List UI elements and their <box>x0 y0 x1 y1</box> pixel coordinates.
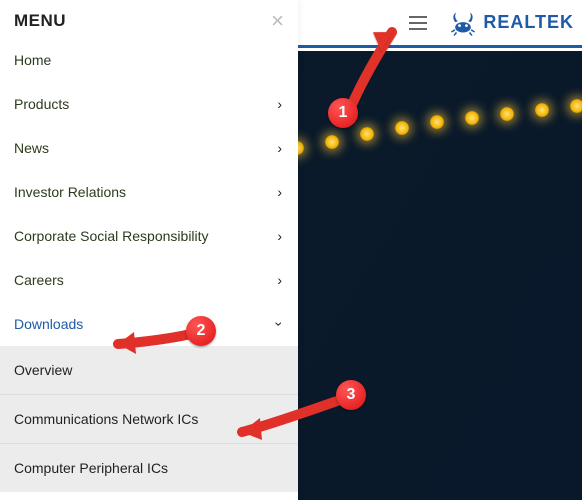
sidebar-item-label: Investor Relations <box>14 184 126 200</box>
sidebar-item-products[interactable]: Products › <box>0 82 298 126</box>
sidebar-item-label: Corporate Social Responsibility <box>14 228 209 244</box>
chevron-right-icon: › <box>277 140 282 156</box>
sidebar-item-label: Downloads <box>14 316 83 332</box>
string-lights <box>280 91 582 171</box>
submenu-item-comm-network-ics[interactable]: Communications Network ICs <box>0 394 298 443</box>
sidebar-item-label: News <box>14 140 49 156</box>
sidebar-item-csr[interactable]: Corporate Social Responsibility › <box>0 214 298 258</box>
chevron-down-icon: › <box>272 322 288 327</box>
sidebar-item-investor-relations[interactable]: Investor Relations › <box>0 170 298 214</box>
sidebar-item-label: Home <box>14 52 51 68</box>
sidebar-item-news[interactable]: News › <box>0 126 298 170</box>
submenu-item-label: Overview <box>14 362 72 378</box>
menu-title: MENU <box>14 11 66 31</box>
chevron-right-icon: › <box>277 96 282 112</box>
downloads-submenu: Overview Communications Network ICs Comp… <box>0 346 298 492</box>
chevron-right-icon: › <box>277 272 282 288</box>
chevron-right-icon: › <box>277 228 282 244</box>
submenu-item-label: Communications Network ICs <box>14 411 198 427</box>
sidebar-item-label: Products <box>14 96 69 112</box>
menu-toggle-button[interactable] <box>409 9 437 37</box>
submenu-item-label: Computer Peripheral ICs <box>14 460 168 476</box>
close-icon[interactable]: × <box>271 10 284 32</box>
annotation-badge-3: 3 <box>336 380 366 410</box>
sidebar-item-label: Careers <box>14 272 64 288</box>
sidebar-item-downloads[interactable]: Downloads › <box>0 302 298 346</box>
annotation-badge-2: 2 <box>186 316 216 346</box>
menu-header: MENU × <box>0 0 298 38</box>
brand-text: REALTEK <box>483 12 574 33</box>
submenu-item-overview[interactable]: Overview <box>0 346 298 394</box>
sidebar-menu: MENU × Home Products › News › Investor R… <box>0 0 298 500</box>
app-root: REALTEK MENU × Home Products › <box>0 0 582 500</box>
hamburger-icon <box>409 16 427 18</box>
sidebar-item-home[interactable]: Home <box>0 38 298 82</box>
chevron-right-icon: › <box>277 184 282 200</box>
realtek-crab-icon <box>449 10 477 36</box>
menu-list: Home Products › News › Investor Relation… <box>0 38 298 346</box>
annotation-badge-1: 1 <box>328 98 358 128</box>
brand-logo[interactable]: REALTEK <box>449 10 574 36</box>
sidebar-item-careers[interactable]: Careers › <box>0 258 298 302</box>
submenu-item-computer-peripheral-ics[interactable]: Computer Peripheral ICs <box>0 443 298 492</box>
